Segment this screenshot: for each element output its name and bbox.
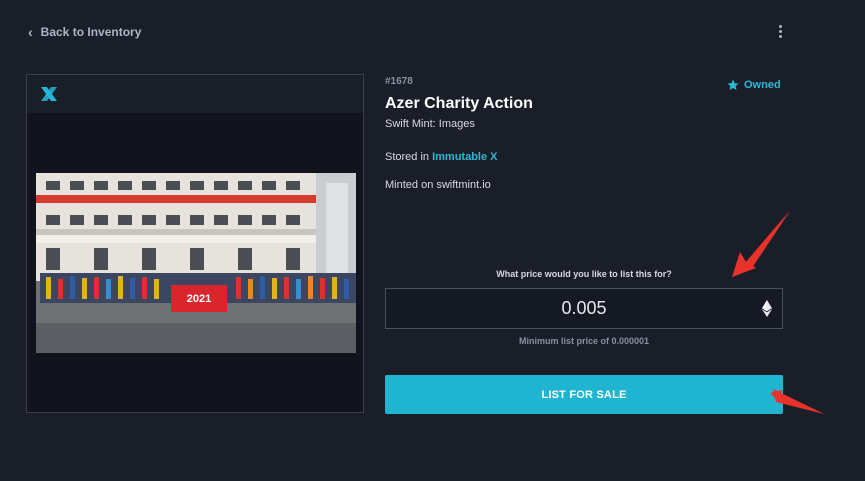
storage-info: Stored in Immutable X [385,151,498,163]
back-to-inventory-link[interactable]: ‹ Back to Inventory [28,25,141,39]
asset-title: Azer Charity Action [385,95,533,112]
more-options-icon[interactable] [774,22,786,40]
price-input[interactable] [386,289,782,328]
card-header [27,75,363,113]
nft-preview-card: 2021 [26,74,364,413]
immutable-x-logo-icon [41,87,57,101]
price-input-container [385,288,783,329]
list-for-sale-button[interactable]: LIST FOR SALE [385,375,783,414]
stored-prefix: Stored in [385,151,433,163]
school-photo-illustration: 2021 [36,173,356,353]
token-id: #1678 [385,76,413,87]
back-link-label: Back to Inventory [40,25,142,39]
nft-image: 2021 [36,173,356,353]
owned-label: Owned [744,79,781,91]
minimum-price-note: Minimum list price of 0.000001 [518,336,650,346]
owned-badge: Owned [727,79,781,91]
ethereum-icon [762,300,772,317]
immutable-x-link[interactable]: Immutable X [432,151,497,163]
red-arrow-annotation-top [732,210,790,277]
star-icon [727,79,739,91]
minted-on-info: Minted on swiftmint.io [385,179,491,191]
collection-name: Swift Mint: Images [385,118,475,130]
price-question-label: What price would you like to list this f… [496,269,672,279]
chevron-left-icon: ‹ [28,24,33,40]
banner-year-text: 2021 [187,293,211,305]
